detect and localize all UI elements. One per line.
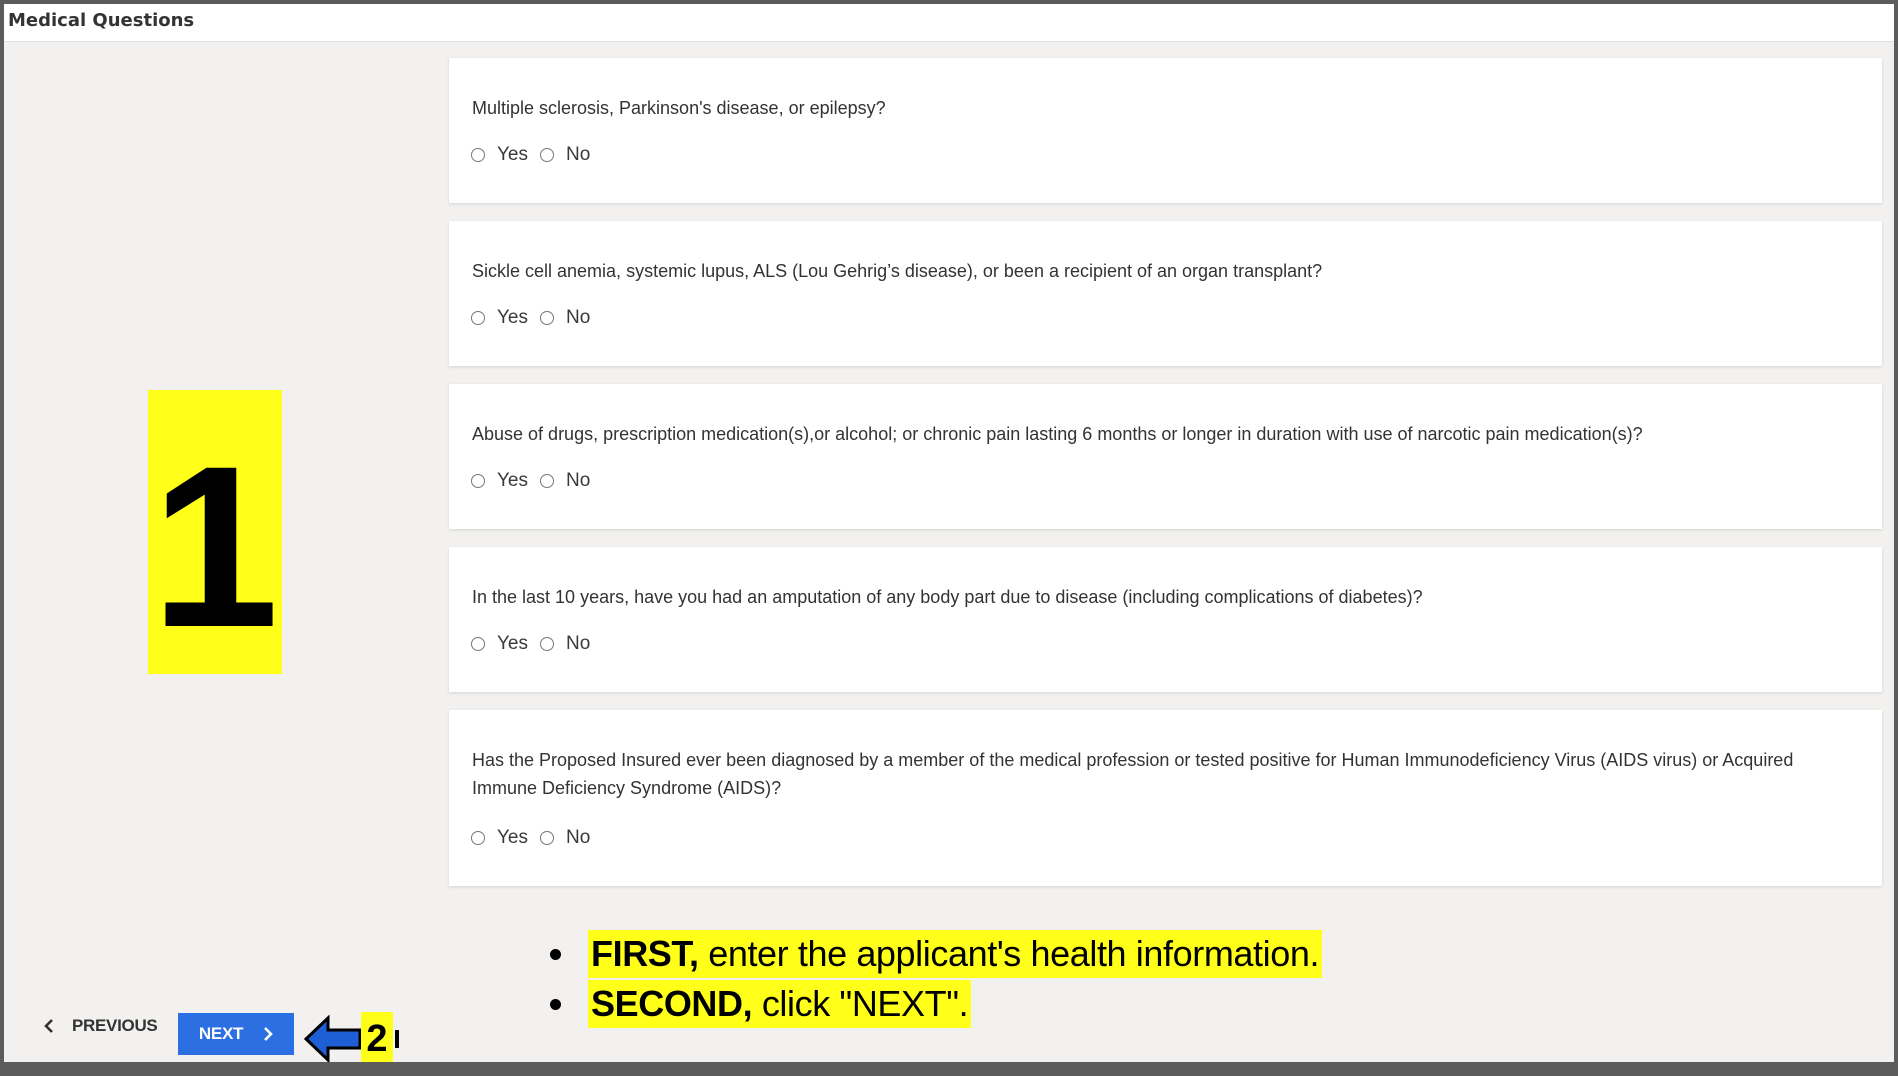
radio-yes[interactable] [471, 148, 485, 162]
bullet-dot [550, 948, 561, 960]
question-card: Sickle cell anemia, systemic lupus, ALS … [449, 221, 1882, 366]
radio-label-yes: Yes [497, 144, 528, 165]
radio-no[interactable] [540, 311, 554, 325]
question-text: Sickle cell anemia, systemic lupus, ALS … [472, 261, 1323, 281]
question-card: Has the Proposed Insured ever been diagn… [449, 710, 1882, 886]
question-text: Abuse of drugs, prescription medication(… [472, 424, 1643, 444]
radio-label-no: No [566, 827, 591, 848]
answer-options: Yes No [471, 827, 602, 849]
instruction-bold: FIRST, [591, 933, 699, 974]
radio-yes[interactable] [471, 831, 485, 845]
radio-yes[interactable] [471, 311, 485, 325]
radio-label-no: No [566, 470, 591, 491]
radio-no[interactable] [540, 148, 554, 162]
question-text: Has the Proposed Insured ever been diagn… [472, 750, 1794, 798]
instruction-first: FIRST, enter the applicant's health info… [550, 930, 1323, 978]
instruction-rest: enter the applicant's health information… [698, 933, 1320, 974]
radio-yes[interactable] [471, 474, 485, 488]
instruction-highlight: FIRST, enter the applicant's health info… [588, 930, 1323, 978]
chevron-left-icon [44, 1019, 53, 1033]
instruction-bold: SECOND, [591, 983, 753, 1024]
page-title: Medical Questions [8, 10, 195, 31]
previous-label: PREVIOUS [72, 1016, 158, 1035]
answer-options: Yes No [471, 144, 602, 166]
radio-label-no: No [566, 307, 591, 328]
next-label: NEXT [198, 1024, 244, 1043]
arrow-left-icon [304, 1015, 362, 1062]
step-1-badge: 1 [148, 390, 282, 674]
answer-options: Yes No [471, 633, 602, 655]
next-button[interactable]: NEXT [178, 1013, 294, 1055]
question-text: Multiple sclerosis, Parkinson's disease,… [472, 98, 886, 118]
instruction-highlight: SECOND, click "NEXT". [588, 980, 972, 1028]
radio-no[interactable] [540, 474, 554, 488]
instruction-second: SECOND, click "NEXT". [550, 980, 972, 1028]
app-frame: Medical Questions Multiple sclerosis, Pa… [4, 4, 1894, 1062]
previous-button[interactable]: PREVIOUS [44, 1016, 158, 1036]
bullet-dot [550, 998, 561, 1010]
radio-label-yes: Yes [497, 827, 528, 848]
step-1-number: 1 [151, 418, 279, 675]
question-card: Multiple sclerosis, Parkinson's disease,… [449, 58, 1882, 203]
chevron-right-icon [264, 1027, 273, 1041]
radio-label-yes: Yes [497, 633, 528, 654]
step-2-badge: 2 [361, 1012, 399, 1062]
text-cursor-icon [395, 1030, 399, 1048]
answer-options: Yes No [471, 470, 602, 492]
radio-no[interactable] [540, 831, 554, 845]
header-bar: Medical Questions [4, 4, 1894, 42]
step-2-number: 2 [366, 1017, 388, 1060]
radio-label-no: No [566, 144, 591, 165]
question-text: In the last 10 years, have you had an am… [472, 587, 1423, 607]
radio-no[interactable] [540, 637, 554, 651]
radio-yes[interactable] [471, 637, 485, 651]
instruction-rest: click "NEXT". [752, 983, 969, 1024]
answer-options: Yes No [471, 307, 602, 329]
radio-label-yes: Yes [497, 307, 528, 328]
question-card: In the last 10 years, have you had an am… [449, 547, 1882, 692]
question-card: Abuse of drugs, prescription medication(… [449, 384, 1882, 529]
radio-label-no: No [566, 633, 591, 654]
radio-label-yes: Yes [497, 470, 528, 491]
